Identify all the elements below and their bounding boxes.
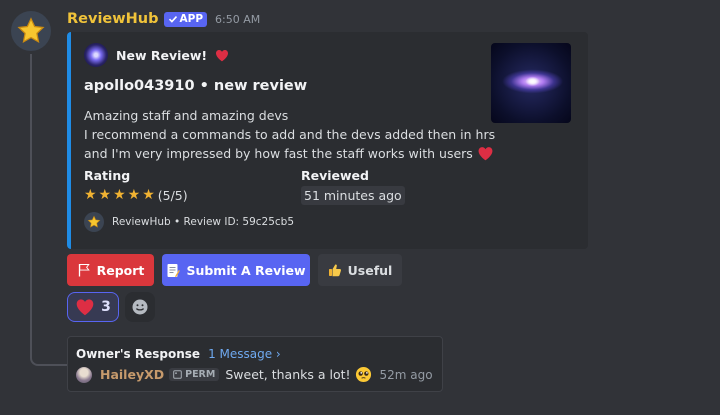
rating-field-name: Rating (84, 168, 131, 183)
owner-response-message: HaileyXD PERM Sweet, thanks a lot! 52m a… (76, 366, 433, 383)
app-badge: APP (163, 11, 208, 27)
message-timestamp[interactable]: 6:50 AM (215, 13, 260, 26)
reply-thread-line (30, 54, 68, 366)
checkmark-icon (168, 16, 177, 23)
tag-icon (173, 370, 182, 379)
heart-icon (216, 49, 229, 61)
report-button-label: Report (96, 262, 145, 278)
star-icon (17, 17, 45, 43)
embed-title: apollo043910 • new review (84, 78, 308, 94)
flag-icon (78, 264, 90, 277)
star-footer-icon (84, 212, 104, 232)
message-header: ReviewHub APP 6:50 AM (67, 10, 260, 28)
owner-response-header: Owner's Response 1 Message › (76, 347, 281, 361)
reaction-count: 3 (101, 299, 111, 315)
bot-username[interactable]: ReviewHub (67, 11, 159, 27)
response-timestamp[interactable]: 52m ago (380, 368, 433, 382)
add-reaction-button[interactable] (125, 292, 155, 322)
owner-response-title: Owner's Response (76, 347, 201, 361)
embed-author: New Review! (84, 43, 229, 67)
embed-description: Amazing staff and amazing devs I recomme… (84, 106, 496, 163)
reviewed-field-value[interactable]: 51 minutes ago (301, 186, 405, 205)
embed-footer: ReviewHub • Review ID: 59c25cb5 (84, 212, 294, 232)
description-line: I recommend a commands to add and the de… (84, 127, 496, 142)
submit-review-button-label: Submit A Review (186, 262, 306, 278)
useful-button[interactable]: Useful (318, 254, 402, 286)
memo-icon (167, 263, 181, 277)
rating-stars: ★★★★★ (84, 187, 157, 203)
message-count-link[interactable]: 1 Message › (208, 347, 281, 361)
heart-reaction[interactable]: 3 (67, 292, 119, 322)
smiley-icon (132, 299, 148, 315)
response-username[interactable]: HaileyXD (100, 367, 164, 382)
thumbs-up-icon (328, 264, 341, 277)
rating-score: (5/5) (157, 187, 188, 203)
response-text: Sweet, thanks a lot! (225, 367, 351, 382)
perm-tag-label: PERM (185, 369, 216, 380)
app-badge-label: APP (179, 13, 204, 25)
description-line: Amazing staff and amazing devs (84, 108, 289, 123)
galaxy-thumbnail[interactable] (491, 43, 571, 123)
report-button[interactable]: Report (67, 254, 154, 286)
user-avatar[interactable] (76, 366, 92, 383)
embed-author-name: New Review! (116, 47, 208, 63)
reviewed-field-name: Reviewed (301, 168, 369, 183)
galaxy-author-icon (84, 43, 108, 67)
perm-tag: PERM (169, 368, 220, 381)
description-line-with-emoji: and I'm very impressed by how fast the s… (84, 144, 494, 163)
bot-avatar[interactable] (11, 11, 51, 51)
review-embed: New Review! apollo043910 • new review Am… (67, 32, 588, 249)
embed-footer-text: ReviewHub • Review ID: 59c25cb5 (112, 216, 295, 228)
owner-response-card[interactable]: Owner's Response 1 Message › HaileyXD PE… (67, 336, 443, 392)
submit-review-button[interactable]: Submit A Review (162, 254, 310, 286)
heart-icon (478, 147, 493, 161)
pleading-face-icon (355, 366, 372, 383)
star-icon (87, 215, 101, 228)
heart-icon (76, 299, 94, 316)
useful-button-label: Useful (347, 262, 393, 278)
description-line: and I'm very impressed by how fast the s… (84, 146, 473, 161)
rating-field-value: ★★★★★ (5/5) (84, 187, 188, 203)
